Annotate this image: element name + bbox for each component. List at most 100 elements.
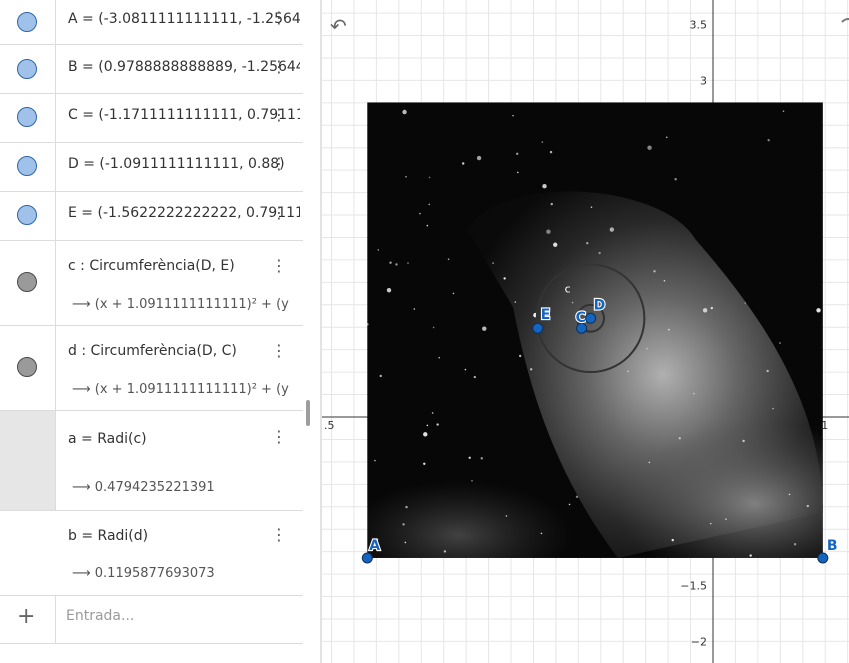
star xyxy=(516,152,519,155)
algebra-row-C[interactable]: C = (-1.1711111111111, 0.7911111 ⋮ xyxy=(0,94,303,143)
point-A[interactable] xyxy=(361,552,373,564)
row-menu-icon[interactable]: ⋮ xyxy=(271,427,287,447)
algebra-row-a[interactable]: a = Radi(c) ⋮ ⟶ 0.4794235221391 xyxy=(0,411,303,511)
visibility-toggle-c[interactable] xyxy=(17,272,37,292)
visibility-toggle-B[interactable] xyxy=(17,59,37,79)
star xyxy=(725,518,727,520)
star xyxy=(395,263,398,266)
algebra-row-text[interactable]: b = Radi(d) xyxy=(68,528,300,544)
point-label-B: B xyxy=(827,538,838,554)
star xyxy=(782,110,785,113)
algebra-row-text[interactable]: c : Circumferència(D, E) xyxy=(68,258,300,274)
star xyxy=(464,368,467,371)
algebra-row-E[interactable]: E = (-1.5622222222222, 0.7911111 ⋮ xyxy=(0,192,303,241)
algebra-row-text[interactable]: D = (-1.0911111111111, 0.88) xyxy=(68,156,300,172)
row-menu-icon[interactable]: ⋮ xyxy=(271,57,287,77)
star xyxy=(663,279,666,282)
star xyxy=(512,114,514,117)
algebra-row-text[interactable]: C = (-1.1711111111111, 0.7911111 xyxy=(68,107,300,123)
algebra-row-text[interactable]: B = (0.9788888888889, -1.2564444 xyxy=(68,59,300,75)
star xyxy=(389,261,392,264)
row-marker xyxy=(0,192,56,240)
star xyxy=(405,505,408,509)
algebra-row-A[interactable]: A = (-3.0811111111111, -1.2564444 ⋮ xyxy=(0,0,303,45)
star xyxy=(374,459,376,462)
visibility-toggle-D[interactable] xyxy=(17,156,37,176)
algebra-row-D[interactable]: D = (-1.0911111111111, 0.88) ⋮ xyxy=(0,143,303,192)
star xyxy=(432,326,435,329)
star xyxy=(571,301,574,304)
x-tick-label: 1 xyxy=(821,419,828,432)
row-menu-icon[interactable]: ⋮ xyxy=(271,203,287,223)
star xyxy=(647,145,652,150)
algebra-input-row[interactable]: + Entrada... xyxy=(0,596,303,644)
plus-icon[interactable]: + xyxy=(17,604,35,629)
star xyxy=(447,258,450,261)
star xyxy=(648,461,651,464)
algebra-row-text[interactable]: E = (-1.5622222222222, 0.7911111 xyxy=(68,205,300,221)
row-menu-icon[interactable]: ⋮ xyxy=(271,256,287,276)
row-marker xyxy=(0,241,56,325)
star xyxy=(452,292,455,295)
visibility-toggle-E[interactable] xyxy=(17,205,37,225)
star xyxy=(742,439,745,443)
star xyxy=(671,538,674,542)
algebra-row-text[interactable]: d : Circumferència(D, C) xyxy=(68,343,300,359)
star xyxy=(549,150,553,154)
star xyxy=(709,522,712,525)
star xyxy=(426,224,429,227)
visibility-toggle-C[interactable] xyxy=(17,107,37,127)
star xyxy=(405,175,407,178)
star xyxy=(503,277,506,280)
row-menu-icon[interactable]: ⋮ xyxy=(271,341,287,361)
algebra-row-d[interactable]: d : Circumferència(D, C) ⋮ ⟶ (x + 1.0911… xyxy=(0,326,303,411)
star xyxy=(386,288,392,293)
graphics-view[interactable]: c A B C D E 3.5 3 −1.5 −2 .5 1 xyxy=(322,0,849,663)
row-menu-icon[interactable]: ⋮ xyxy=(271,525,287,545)
row-marker xyxy=(0,511,56,595)
algebra-row-b[interactable]: b = Radi(d) ⋮ ⟶ 0.1195877693073 xyxy=(0,511,303,596)
algebra-input[interactable]: Entrada... xyxy=(66,608,134,624)
undo-icon[interactable]: ↶ xyxy=(330,14,354,38)
star xyxy=(678,437,681,440)
star xyxy=(627,370,630,373)
panel-resize-handle[interactable] xyxy=(306,400,310,426)
point-label-E: E xyxy=(541,307,551,323)
star xyxy=(482,326,487,331)
algebra-view: A = (-3.0811111111111, -1.2564444 ⋮ B = … xyxy=(0,0,303,663)
row-menu-icon[interactable]: ⋮ xyxy=(271,105,287,125)
star xyxy=(377,249,380,251)
row-menu-icon[interactable]: ⋮ xyxy=(271,154,287,174)
y-tick-label: −2 xyxy=(691,635,707,648)
circle-label-c: c xyxy=(565,282,571,295)
row-marker xyxy=(0,45,56,93)
visibility-toggle-A[interactable] xyxy=(17,12,37,32)
nebula-cloud xyxy=(367,480,573,558)
output-value: 0.4794235221391 xyxy=(94,480,215,495)
algebra-row-text[interactable]: a = Radi(c) xyxy=(68,431,300,447)
row-marker xyxy=(0,94,56,142)
star xyxy=(461,162,465,165)
algebra-row-output: ⟶ (x + 1.0911111111111)² + (y xyxy=(72,382,300,397)
point-label-C: C xyxy=(576,310,586,326)
row-menu-icon[interactable]: ⋮ xyxy=(271,8,287,28)
point-B[interactable] xyxy=(817,552,829,564)
visibility-toggle-d[interactable] xyxy=(17,357,37,377)
point-label-D: D xyxy=(594,297,606,313)
algebra-row-text[interactable]: A = (-3.0811111111111, -1.2564444 xyxy=(68,11,300,27)
point-E[interactable] xyxy=(532,322,544,334)
algebra-row-c[interactable]: c : Circumferència(D, E) ⋮ ⟶ (x + 1.0911… xyxy=(0,241,303,326)
star xyxy=(590,206,593,208)
star xyxy=(471,479,473,482)
algebra-row-B[interactable]: B = (0.9788888888889, -1.2564444 ⋮ xyxy=(0,45,303,94)
star xyxy=(553,242,558,247)
y-tick-label: −1.5 xyxy=(680,579,707,592)
output-value: (x + 1.0911111111111)² + (y xyxy=(94,297,289,312)
star xyxy=(428,203,431,206)
star xyxy=(514,301,517,303)
star xyxy=(443,550,447,553)
graphics-canvas[interactable]: c A B CD E 3.5 3 −1.5 −2 .5 1 xyxy=(322,0,849,663)
y-tick-label: 3.5 xyxy=(690,18,708,31)
star xyxy=(749,554,752,557)
point-D[interactable] xyxy=(585,312,597,324)
